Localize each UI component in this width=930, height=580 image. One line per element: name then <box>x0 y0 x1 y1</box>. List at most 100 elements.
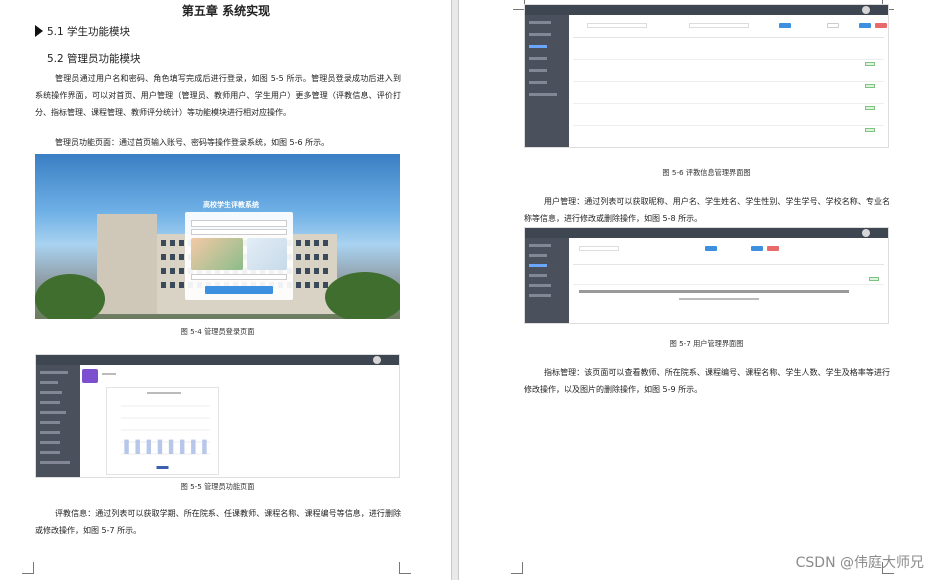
paragraph-indicator-management: 指标管理：该页面可以查看教师、所在院系、课程编号、课程名称、学生人数、学生及格率… <box>524 368 890 394</box>
table-row[interactable] <box>573 284 884 285</box>
figure-evaluation-management-screenshot <box>524 4 889 148</box>
search-input[interactable] <box>587 23 647 28</box>
role-select[interactable] <box>191 274 287 280</box>
sidebar-item[interactable] <box>40 431 60 434</box>
sidebar-item[interactable] <box>529 81 547 84</box>
chart-title <box>147 392 181 394</box>
sidebar-item[interactable] <box>40 381 58 384</box>
sidebar-item[interactable] <box>40 441 60 444</box>
user-avatar-card <box>82 369 98 383</box>
sidebar-item[interactable] <box>40 391 62 394</box>
chart-bar <box>191 439 196 454</box>
section-heading-5-2: 5.2 管理员功能模块 <box>47 53 141 65</box>
sidebar-item[interactable] <box>529 21 551 24</box>
username-field[interactable] <box>191 220 287 227</box>
chart-panel <box>106 387 219 475</box>
sidebar-item[interactable] <box>40 371 68 374</box>
login-illustration <box>191 238 243 270</box>
delete-button[interactable] <box>875 23 887 28</box>
add-button[interactable] <box>751 246 763 251</box>
chart-bar <box>179 439 185 454</box>
edit-button[interactable] <box>865 106 875 110</box>
tree <box>325 272 400 319</box>
table-row[interactable] <box>573 59 884 60</box>
table-header <box>573 264 884 265</box>
table-content <box>569 238 888 323</box>
avatar <box>862 6 870 14</box>
edit-button[interactable] <box>869 277 879 281</box>
avatar <box>862 229 870 237</box>
caption-figure-5-6: 图 5-6 评教信息管理界面图 <box>662 168 751 177</box>
sidebar-item[interactable] <box>529 57 547 60</box>
paragraph-evaluation-info: 评教信息：通过列表可以获取学期、所在院系、任课教师、课程名称、课程编号等信息，进… <box>35 509 401 535</box>
search-input[interactable] <box>689 23 749 28</box>
horizontal-scrollbar[interactable] <box>579 290 849 293</box>
sidebar-item[interactable] <box>529 33 551 36</box>
paragraph-admin-function: 管理员功能页面：通过首页输入账号、密码等操作登录系统，如图 5-6 所示。 <box>55 138 330 147</box>
csdn-watermark: CSDN @伟庭大师兄 <box>795 555 924 571</box>
sidebar-item[interactable] <box>529 93 557 96</box>
figure-admin-function-screenshot <box>35 354 400 478</box>
edit-button[interactable] <box>865 62 875 66</box>
app-sidebar <box>525 15 569 147</box>
sidebar-item[interactable] <box>529 274 547 277</box>
chart-bar <box>202 439 207 454</box>
page-corner-mark <box>22 562 34 574</box>
table-header <box>573 37 884 38</box>
sidebar-item[interactable] <box>529 284 551 287</box>
login-button[interactable] <box>205 286 273 294</box>
app-topbar <box>525 228 888 238</box>
chart-bar <box>157 439 163 454</box>
table-row[interactable] <box>573 103 884 104</box>
app-topbar <box>36 355 399 365</box>
caption-figure-5-7: 图 5-7 用户管理界面图 <box>669 339 744 348</box>
caption-figure-5-5: 图 5-5 管理员功能页面 <box>180 482 255 491</box>
figure-user-management-screenshot <box>524 227 889 324</box>
tree <box>35 274 105 319</box>
login-illustration-right <box>247 238 287 270</box>
page-corner-mark <box>511 562 523 574</box>
table-row[interactable] <box>573 81 884 82</box>
section-heading-5-1: 5.1 学生功能模块 <box>47 26 131 38</box>
edit-button[interactable] <box>865 84 875 88</box>
sidebar-item[interactable] <box>529 69 547 72</box>
chapter-title: 第五章 系统实现 <box>181 4 271 18</box>
chart-bar <box>146 439 152 454</box>
document-page-right: 图 5-6 评教信息管理界面图 用户管理：通过列表可以获取昵称、用户名、学生姓名… <box>458 0 930 580</box>
paragraph-user-management: 用户管理：通过列表可以获取昵称、用户名、学生姓名、学生性别、学生学号、学校名称、… <box>524 197 890 223</box>
search-button[interactable] <box>705 246 717 251</box>
document-page-left: 第五章 系统实现 5.1 学生功能模块 5.2 管理员功能模块 管理员通过用户名… <box>0 0 452 580</box>
sidebar-item[interactable] <box>40 401 60 404</box>
sidebar-item[interactable] <box>529 254 547 257</box>
figure-login-screenshot: 高校学生评教系统 <box>35 154 400 319</box>
page-corner-mark <box>399 562 411 574</box>
edit-button[interactable] <box>865 128 875 132</box>
table-content <box>569 15 888 147</box>
collapse-triangle-icon[interactable] <box>35 25 43 37</box>
paragraph-admin-login: 管理员通过用户名和密码、角色填写完成后进行登录，如图 5-5 所示。管理员登录成… <box>35 74 401 117</box>
avatar <box>373 356 381 364</box>
sidebar-item[interactable] <box>40 451 60 454</box>
chart-bar <box>124 439 129 454</box>
sidebar-item[interactable] <box>529 244 551 247</box>
delete-button[interactable] <box>767 246 779 251</box>
table-row[interactable] <box>573 125 884 126</box>
sidebar-item[interactable] <box>529 294 551 297</box>
add-button[interactable] <box>859 23 871 28</box>
pagination[interactable] <box>679 298 759 300</box>
app-topbar <box>525 5 888 15</box>
sidebar-item[interactable] <box>40 411 66 414</box>
welcome-text <box>102 373 116 375</box>
password-field[interactable] <box>191 229 287 235</box>
sidebar-item-active[interactable] <box>529 264 547 267</box>
chart-bar <box>168 439 174 454</box>
chart-legend-swatch <box>156 466 169 469</box>
chart-bar <box>135 439 140 454</box>
search-input[interactable] <box>579 246 619 251</box>
sidebar-item-active[interactable] <box>529 45 547 48</box>
sidebar-item[interactable] <box>40 461 70 464</box>
reset-button[interactable] <box>827 23 839 28</box>
sidebar-item[interactable] <box>40 421 60 424</box>
search-button[interactable] <box>779 23 791 28</box>
app-sidebar <box>36 365 80 477</box>
